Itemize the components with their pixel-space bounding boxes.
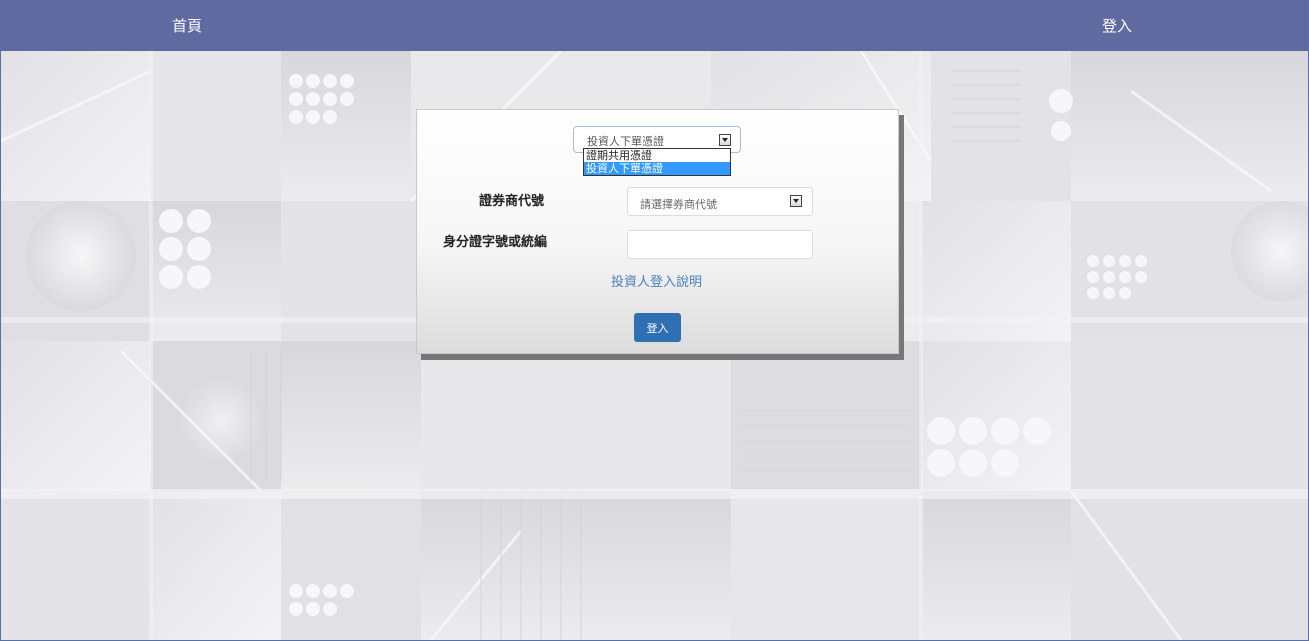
browser-viewport: 首頁 登入 投資人下單憑證 證期共用憑證 投資人下單憑證 證券商代號 請選擇券商… bbox=[0, 0, 1309, 641]
dropdown-arrow-icon[interactable] bbox=[719, 134, 731, 146]
login-panel: 投資人下單憑證 證期共用憑證 投資人下單憑證 證券商代號 請選擇券商代號 身分證… bbox=[416, 109, 899, 354]
home-nav-link[interactable]: 首頁 bbox=[172, 15, 202, 36]
certificate-type-selected-value: 投資人下單憑證 bbox=[587, 135, 664, 148]
certificate-option-highlighted[interactable]: 投資人下單憑證 bbox=[584, 162, 730, 175]
certificate-type-options-list: 證期共用憑證 投資人下單憑證 bbox=[583, 148, 731, 176]
certificate-option[interactable]: 證期共用憑證 bbox=[584, 149, 730, 162]
login-nav-link[interactable]: 登入 bbox=[1102, 15, 1132, 36]
id-number-label: 身分證字號或統編 bbox=[443, 235, 548, 250]
login-button[interactable]: 登入 bbox=[634, 313, 681, 342]
top-navigation-bar: 首頁 登入 bbox=[1, 1, 1308, 51]
id-number-input[interactable] bbox=[627, 230, 813, 259]
dropdown-arrow-icon[interactable] bbox=[790, 195, 802, 207]
broker-code-label: 證券商代號 bbox=[479, 194, 545, 209]
broker-code-placeholder: 請選擇券商代號 bbox=[640, 198, 717, 211]
broker-code-select[interactable]: 請選擇券商代號 bbox=[627, 187, 813, 216]
investor-login-help-link[interactable]: 投資人登入說明 bbox=[611, 271, 702, 290]
